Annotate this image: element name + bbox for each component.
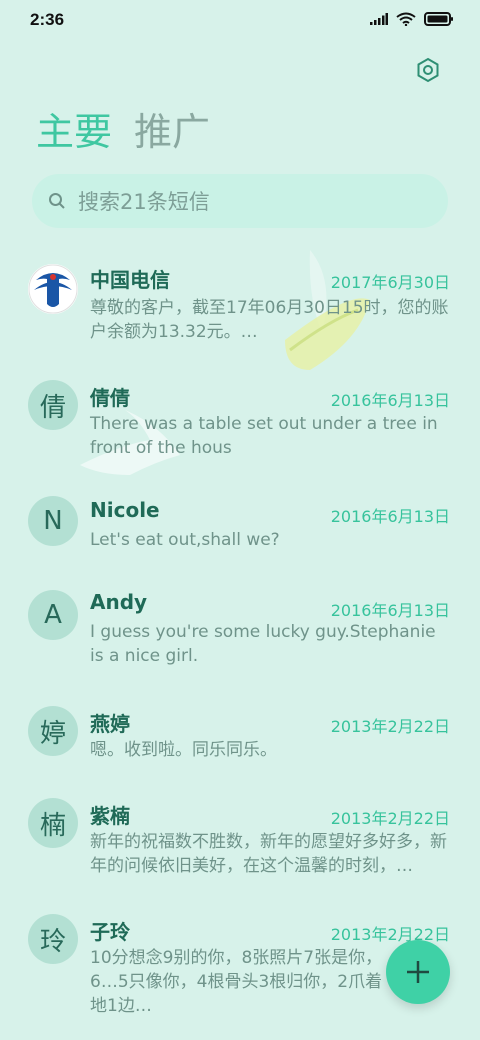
avatar: 倩 — [28, 380, 78, 430]
settings-button[interactable] — [414, 56, 442, 84]
search-placeholder: 搜索21条短信 — [78, 190, 210, 214]
tab-main[interactable]: 主要 — [36, 108, 112, 156]
status-icons — [370, 12, 454, 26]
message-item-qianqian[interactable]: 倩 倩倩 2016年6月13日 There was a table set ou… — [0, 378, 480, 478]
avatar — [28, 264, 78, 314]
message-date: 2017年6月30日 — [330, 273, 450, 292]
message-preview: There was a table set out under a tree i… — [90, 414, 438, 458]
message-date: 2013年2月22日 — [330, 809, 450, 828]
sender-name: Nicole — [90, 498, 160, 522]
sender-name: Andy — [90, 590, 148, 614]
message-preview: 尊敬的客户，截至17年06月30日15时，您的账户余额为13.32元。… — [90, 298, 449, 342]
message-item-china-telecom[interactable]: 中国电信 2017年6月30日 尊敬的客户，截至17年06月30日15时，您的账… — [0, 260, 480, 360]
tab-bar: 主要 推广 — [36, 108, 210, 156]
sender-name: 中国电信 — [90, 268, 170, 292]
message-date: 2016年6月13日 — [330, 601, 450, 620]
plus-icon — [407, 961, 429, 983]
status-time: 2:36 — [30, 10, 65, 29]
avatar: 玲 — [28, 914, 78, 964]
sender-name: 倩倩 — [90, 386, 130, 410]
avatar: N — [28, 496, 78, 546]
message-preview: 新年的祝福数不胜数，新年的愿望好多好多，新年的问候依旧美好，在这个温馨的时刻，… — [90, 832, 447, 876]
search-icon — [49, 193, 65, 209]
message-item-zinan[interactable]: 楠 紫楠 2013年2月22日 新年的祝福数不胜数，新年的愿望好多好多，新年的问… — [0, 798, 480, 898]
compose-button[interactable] — [386, 940, 450, 1004]
battery-icon — [424, 12, 453, 26]
message-date: 2013年2月22日 — [330, 925, 450, 944]
china-telecom-logo-icon — [28, 264, 78, 314]
message-date: 2016年6月13日 — [330, 507, 450, 526]
message-preview: Let's eat out,shall we? — [90, 530, 280, 550]
avatar: 婷 — [28, 706, 78, 756]
message-preview: 嗯。收到啦。同乐同乐。 — [90, 740, 277, 760]
message-item-yanting[interactable]: 婷 燕婷 2013年2月22日 嗯。收到啦。同乐同乐。 — [0, 704, 480, 784]
wifi-icon — [396, 12, 416, 26]
search-input[interactable]: 搜索21条短信 — [32, 174, 448, 228]
sender-name: 紫楠 — [90, 804, 130, 828]
message-date: 2013年2月22日 — [330, 717, 450, 736]
message-item-andy[interactable]: A Andy 2016年6月13日 I guess you're some lu… — [0, 588, 480, 688]
status-bar: 2:36 — [0, 0, 480, 40]
sender-name: 燕婷 — [90, 712, 130, 736]
avatar: A — [28, 590, 78, 640]
avatar: 楠 — [28, 798, 78, 848]
message-date: 2016年6月13日 — [330, 391, 450, 410]
sender-name: 子玲 — [90, 920, 130, 944]
message-preview: 10分想念9别的你，8张照片7张是你，6…5只像你，4根骨头3根归你，2爪着地1… — [90, 948, 383, 1016]
message-item-nicole[interactable]: N Nicole 2016年6月13日 Let's eat out,shall … — [0, 494, 480, 574]
tab-promotions[interactable]: 推广 — [134, 108, 210, 156]
settings-icon — [417, 57, 439, 83]
message-preview: I guess you're some lucky guy.Stephanie … — [90, 622, 436, 666]
signal-icon — [370, 13, 388, 25]
